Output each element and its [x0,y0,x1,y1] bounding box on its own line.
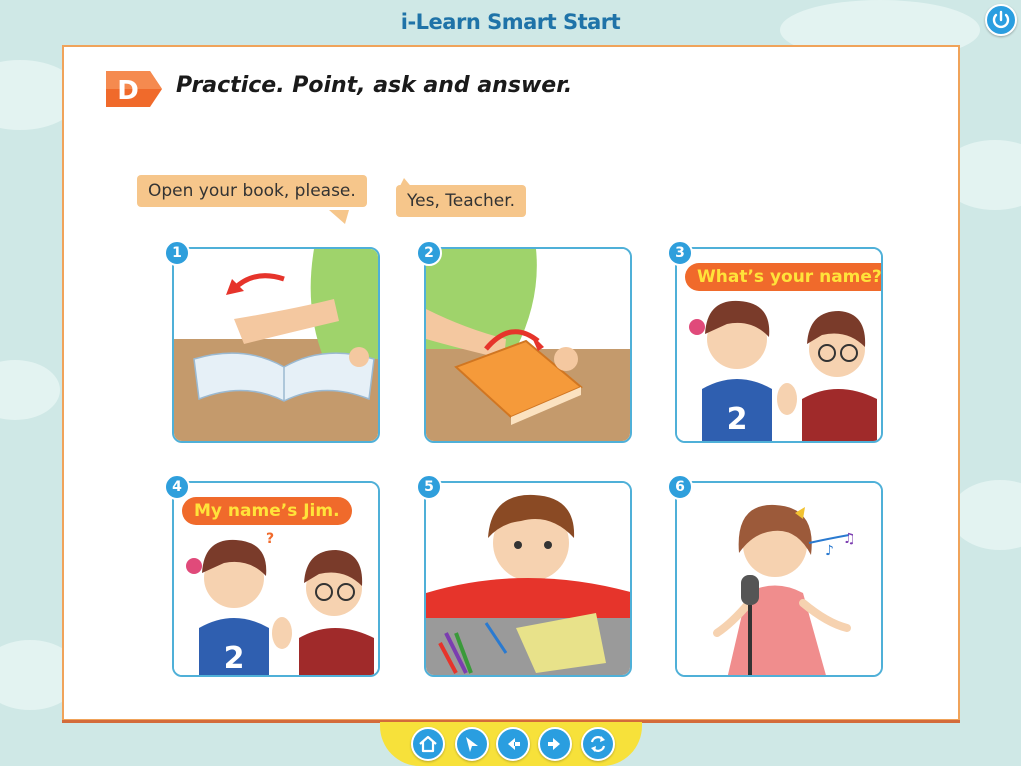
panel-number-1: 1 [164,240,190,266]
picture-panel-6[interactable]: ♪ ♫ [675,481,883,677]
back-button[interactable] [496,727,530,761]
home-button[interactable] [411,727,445,761]
panel-number-2: 2 [416,240,442,266]
reload-icon [590,736,606,752]
section-badge: D [106,71,162,107]
next-button[interactable] [538,727,572,761]
shirt-number: 2 [224,641,245,676]
dialogue-bubble-2: Yes, Teacher. [396,185,527,217]
question-mark-icon: ? [266,531,274,547]
home-icon [419,735,437,753]
power-button[interactable] [985,4,1017,36]
panel-number-3: 3 [667,240,693,266]
background-cloud [0,360,60,420]
open-book-picture [174,249,378,441]
picture-panel-4[interactable]: 2 ? My name’s Jim. [172,481,380,677]
arrow-right-icon [548,738,560,750]
speech-bubble-answer: My name’s Jim. [182,497,352,525]
panel-number-4: 4 [164,474,190,500]
shirt-number: 2 [727,402,748,437]
power-icon [992,10,1010,29]
section-badge-letter: D [117,76,139,106]
lesson-page: D Practice. Point, ask and answer. Open … [62,45,960,723]
dialogue-line-2: Yes, Teacher. [407,191,516,211]
music-note-icon: ♪ [825,543,834,559]
boy-drawing-picture [426,483,630,675]
app-title: i-Learn Smart Start [400,10,621,34]
menu-button[interactable] [455,727,489,761]
bottom-navigation [380,722,642,766]
dialogue-line-1: Open your book, please. [148,181,356,201]
girl-singing-picture: ♪ ♫ [677,483,881,675]
picture-panel-2[interactable] [424,247,632,443]
bubble-tail [329,210,349,224]
panel-number-6: 6 [667,474,693,500]
reload-button[interactable] [581,727,615,761]
menu-icon [466,737,478,752]
dialogue-bubble-1: Open your book, please. [137,175,367,207]
picture-panel-5[interactable] [424,481,632,677]
instruction-text: Practice. Point, ask and answer. [176,73,573,98]
panel-number-5: 5 [416,474,442,500]
arrow-left-icon [508,738,520,750]
speech-bubble-question: What’s your name? [685,263,881,291]
picture-panel-1[interactable] [172,247,380,443]
music-note-icon: ♫ [843,531,856,547]
closed-book-picture [426,249,630,441]
background-cloud [950,480,1021,550]
picture-panel-3[interactable]: 2 What’s your name? [675,247,883,443]
bubble-tail [398,178,414,190]
